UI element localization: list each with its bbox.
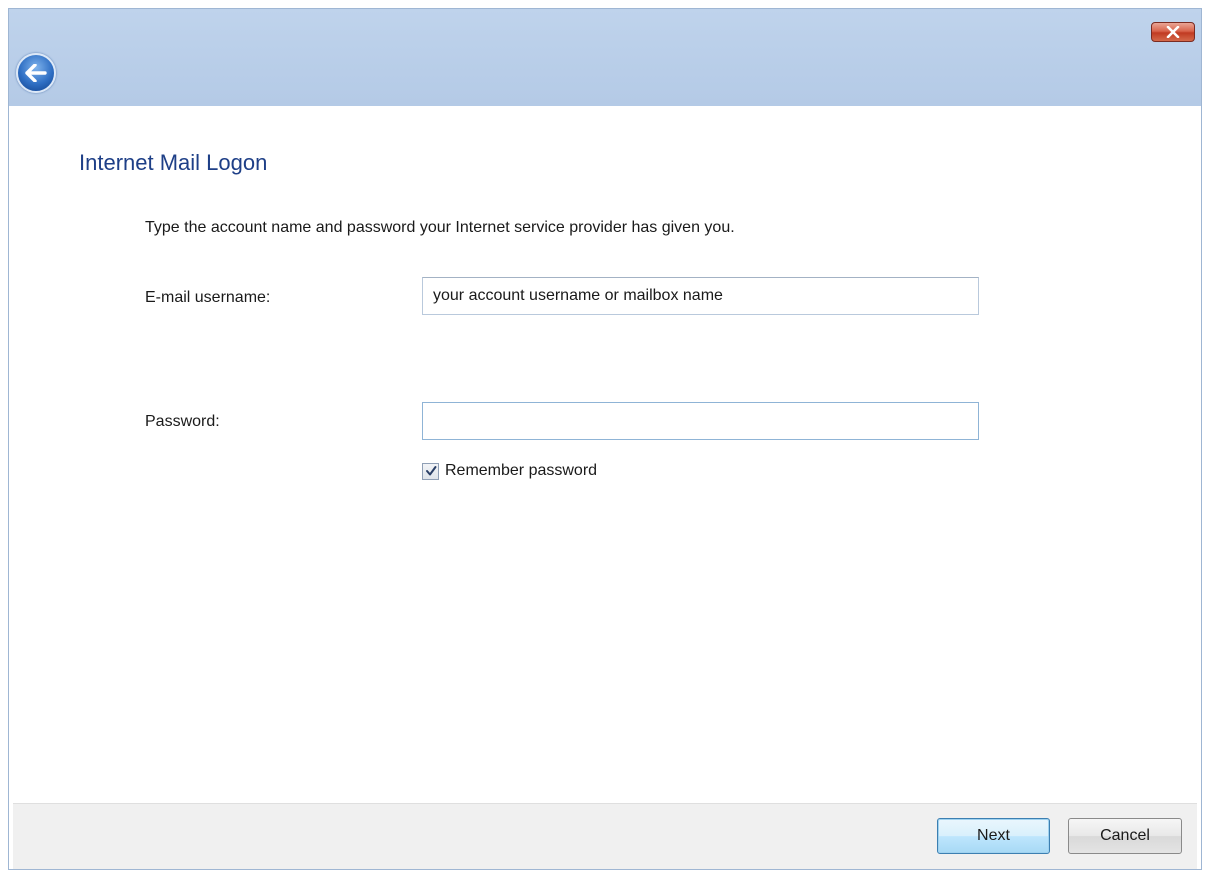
page-title: Internet Mail Logon <box>79 150 268 175</box>
username-label: E-mail username: <box>145 289 271 306</box>
checkbox-box[interactable] <box>422 462 439 480</box>
remember-password-label: Remember password <box>445 462 598 479</box>
instructions-text: Type the account name and password your … <box>145 219 735 236</box>
dialog-window: Internet Mail Logon Type the account nam… <box>8 8 1202 870</box>
password-input[interactable] <box>422 402 979 440</box>
username-input[interactable] <box>422 277 979 315</box>
remember-password-checkbox[interactable]: Remember password <box>422 462 597 480</box>
close-button[interactable] <box>1151 22 1195 42</box>
back-arrow-icon <box>25 64 47 82</box>
title-bar <box>9 9 1201 106</box>
back-button[interactable] <box>16 53 56 93</box>
checkmark-icon <box>425 466 436 476</box>
dialog-footer: Next Cancel <box>13 803 1197 869</box>
password-label: Password: <box>145 413 220 430</box>
cancel-button[interactable]: Cancel <box>1068 818 1182 854</box>
dialog-content: Internet Mail Logon Type the account nam… <box>13 106 1197 806</box>
close-icon <box>1166 26 1180 38</box>
next-button[interactable]: Next <box>937 818 1050 854</box>
